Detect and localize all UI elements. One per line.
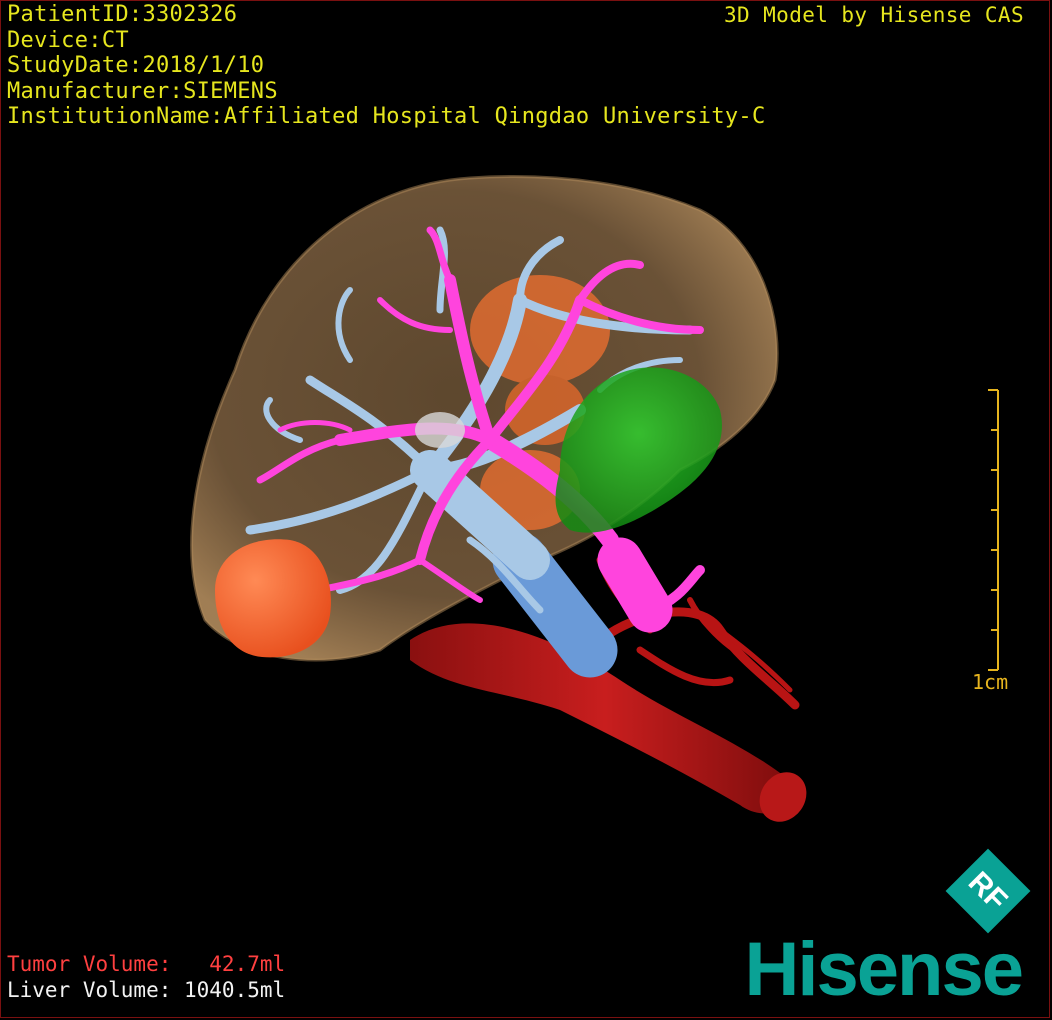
3d-liver-model[interactable]: [0, 0, 1052, 1020]
scale-label: 1cm: [972, 670, 1009, 694]
hisense-logo: Hisense: [744, 927, 1024, 1012]
model-credit: 3D Model by Hisense CAS: [724, 3, 1024, 27]
patient-info: PatientID:3302326 Device:CT StudyDate:20…: [7, 2, 766, 130]
volume-readout: Tumor Volume: 42.7ml Liver Volume: 1040.…: [7, 951, 285, 1003]
device: Device:CT: [7, 27, 129, 53]
manufacturer: Manufacturer:SIEMENS: [7, 78, 278, 104]
patient-id: PatientID:3302326: [7, 2, 238, 27]
institution-name: InstitutionName:Affiliated Hospital Qing…: [7, 104, 766, 129]
liver-volume: Liver Volume: 1040.5ml: [7, 978, 286, 1002]
study-date: StudyDate:2018/1/10: [7, 53, 265, 78]
bile-duct: [415, 412, 465, 448]
tumor: [215, 539, 331, 658]
scale-bar: [988, 389, 999, 671]
rf-badge-icon: RF: [945, 848, 1031, 934]
tumor-volume: Tumor Volume: 42.7ml: [7, 952, 286, 976]
